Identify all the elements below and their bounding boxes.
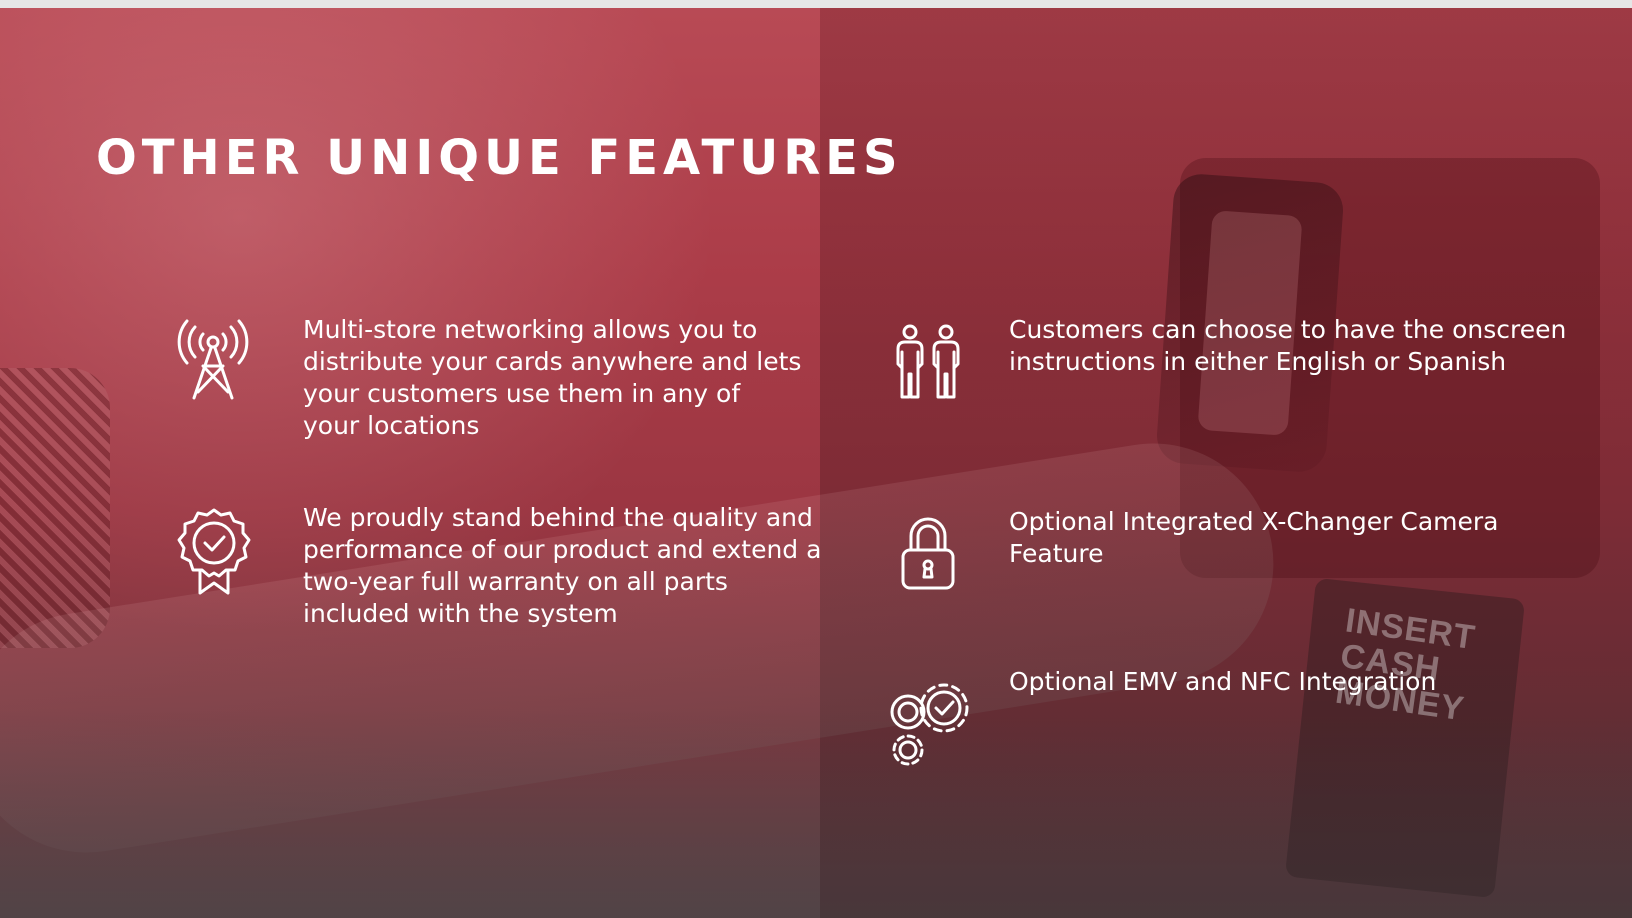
two-people-icon [893,324,963,400]
feature-text: Optional Integrated X-Changer Camera Fea… [1009,507,1499,568]
page-title: OTHER UNIQUE FEATURES [96,130,903,186]
award-badge-icon [176,507,252,597]
antenna-tower-icon [172,318,254,402]
feature-text: Multi-store networking allows you to dis… [303,315,802,440]
background-bottom-fade [0,708,1632,918]
top-strip [0,0,1632,8]
padlock-icon [900,514,956,592]
slide-page: INSERT CASH MONEY OTHER UNIQUE FEATURES … [0,0,1632,918]
feature-text: We proudly stand behind the quality and … [303,503,822,628]
gears-check-icon [882,678,978,770]
feature-text: Customers can choose to have the onscree… [1009,315,1567,376]
feature-text: Optional EMV and NFC Integration [1009,667,1437,696]
background-shirt [0,368,110,648]
